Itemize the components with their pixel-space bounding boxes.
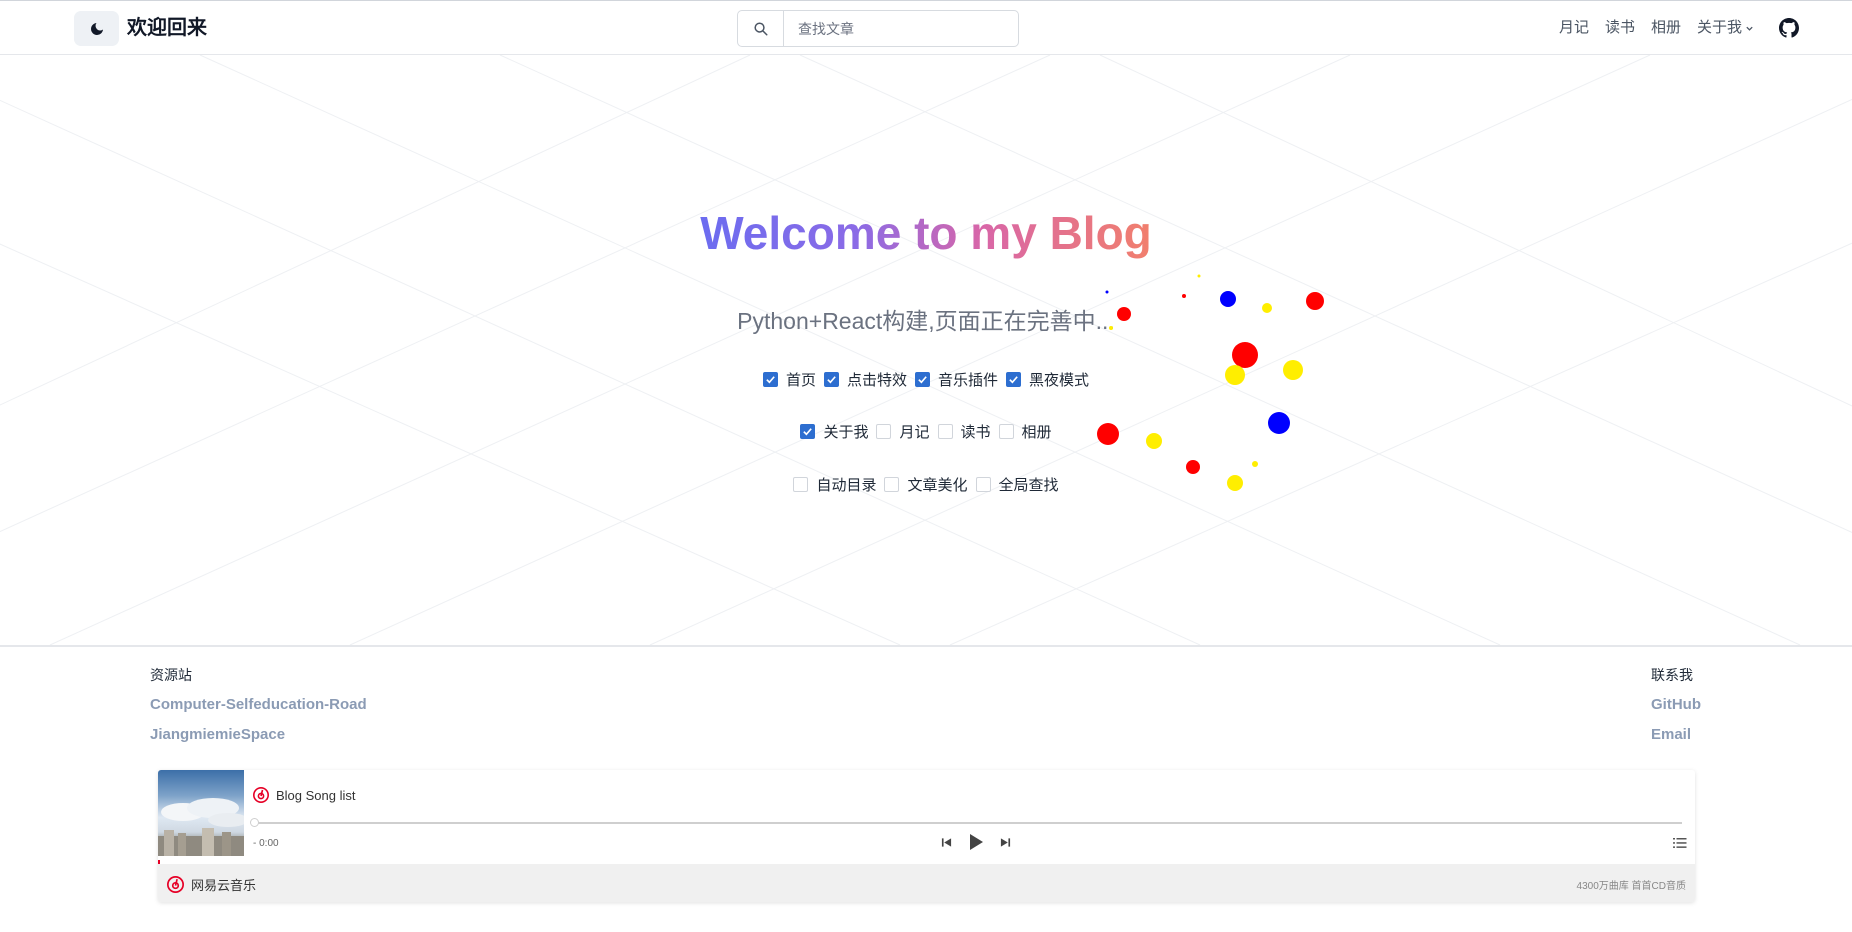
checkbox-checked[interactable] [915, 372, 930, 387]
chevron-down-icon [1746, 26, 1753, 31]
checkbox-unchecked[interactable] [793, 477, 809, 492]
hero-title: Welcome to my Blog [0, 203, 1852, 263]
footer-contact: 联系我 GitHub Email [1651, 665, 1701, 755]
footer-link-space[interactable]: JiangmiemieSpace [150, 725, 367, 745]
checkbox-checked[interactable] [823, 372, 839, 387]
option-dark-mode[interactable]: 黑夜模式 [1006, 369, 1089, 390]
previous-track-icon[interactable] [941, 837, 952, 848]
checkbox-unchecked[interactable] [998, 424, 1014, 439]
netease-brand-label: 网易云音乐 [191, 878, 257, 893]
checkbox-unchecked[interactable] [884, 477, 900, 492]
nav-monthly-notes[interactable]: 月记 [1559, 17, 1589, 39]
options-row-1: 首页 点击特效 音乐插件 黑夜模式 [0, 369, 1852, 390]
next-track-icon[interactable] [1000, 837, 1011, 848]
footer-link-selfeducation[interactable]: Computer-Selfeducation-Road [150, 695, 367, 715]
checkbox-checked[interactable] [1006, 372, 1022, 387]
checkbox-unchecked[interactable] [975, 477, 991, 492]
song-list-title: Blog Song list [276, 787, 356, 803]
footer-resources: 资源站 Computer-Selfeducation-Road Jiangmie… [150, 665, 367, 755]
search-icon[interactable] [738, 11, 784, 46]
music-player: Blog Song list - 0:00 网易云音乐 4300万曲库 首首CD… [158, 770, 1695, 902]
site-brand[interactable]: 欢迎回来 [127, 14, 207, 42]
netease-music-icon [253, 787, 269, 803]
site-footer: 资源站 Computer-Selfeducation-Road Jiangmie… [0, 645, 1852, 932]
checkbox-unchecked[interactable] [937, 424, 953, 439]
footer-resources-heading: 资源站 [150, 667, 192, 683]
footer-link-email[interactable]: Email [1651, 725, 1701, 745]
github-icon[interactable] [1779, 18, 1799, 38]
dark-mode-toggle-button[interactable] [74, 11, 119, 46]
footer-contact-heading: 联系我 [1651, 667, 1693, 683]
options-row-2: 关于我 月记 读书 相册 [0, 421, 1852, 442]
netease-brand[interactable]: 网易云音乐 [167, 875, 256, 894]
option-album[interactable]: 相册 [998, 421, 1052, 442]
progress-bar[interactable] [250, 818, 1682, 827]
option-click-effect[interactable]: 点击特效 [823, 369, 907, 390]
page: 欢迎回来 月记 读书 相册 关于我 Welcome to my Blog [0, 0, 1852, 932]
checkbox-checked[interactable] [762, 372, 778, 387]
playback-controls [933, 833, 1019, 851]
option-auto-toc[interactable]: 自动目录 [793, 474, 876, 495]
nav-album[interactable]: 相册 [1651, 17, 1681, 39]
hero-section: Welcome to my Blog Python+React构建,页面正在完善… [0, 55, 1852, 645]
playlist-icon[interactable] [1673, 836, 1687, 854]
player-footer: 网易云音乐 4300万曲库 首首CD音质 [158, 864, 1695, 902]
option-article-beautify[interactable]: 文章美化 [884, 474, 968, 495]
option-about[interactable]: 关于我 [800, 421, 868, 442]
search-box [737, 10, 1019, 47]
footer-link-github[interactable]: GitHub [1651, 695, 1701, 715]
checkbox-checked[interactable] [800, 424, 816, 439]
options-row-3: 自动目录 文章美化 全局查找 [0, 474, 1852, 495]
option-reading[interactable]: 读书 [937, 421, 991, 442]
checkbox-unchecked[interactable] [876, 424, 892, 439]
option-home[interactable]: 首页 [762, 369, 816, 390]
nav-about-dropdown[interactable]: 关于我 [1697, 17, 1754, 39]
moon-icon [90, 22, 103, 35]
option-global-search[interactable]: 全局查找 [975, 474, 1059, 495]
progress-handle[interactable] [250, 818, 259, 827]
search-input[interactable] [784, 11, 1014, 46]
background-grid-pattern [0, 55, 1852, 645]
option-music-plugin[interactable]: 音乐插件 [915, 369, 998, 390]
netease-logo-icon [167, 876, 184, 893]
nav-about-label: 关于我 [1696, 19, 1742, 36]
hero-subtitle: Python+React构建,页面正在完善中... [737, 308, 1115, 334]
top-navbar: 欢迎回来 月记 读书 相册 关于我 [0, 0, 1852, 55]
nav-reading[interactable]: 读书 [1605, 17, 1635, 39]
netease-tagline: 4300万曲库 首首CD音质 [1576, 881, 1686, 892]
album-cover[interactable] [158, 770, 248, 856]
playback-time: - 0:00 [253, 838, 279, 849]
player-title-area: Blog Song list [253, 787, 356, 803]
option-monthly-notes[interactable]: 月记 [876, 421, 930, 442]
play-icon[interactable] [968, 833, 984, 851]
main-nav: 月记 读书 相册 关于我 [1559, 17, 1754, 39]
